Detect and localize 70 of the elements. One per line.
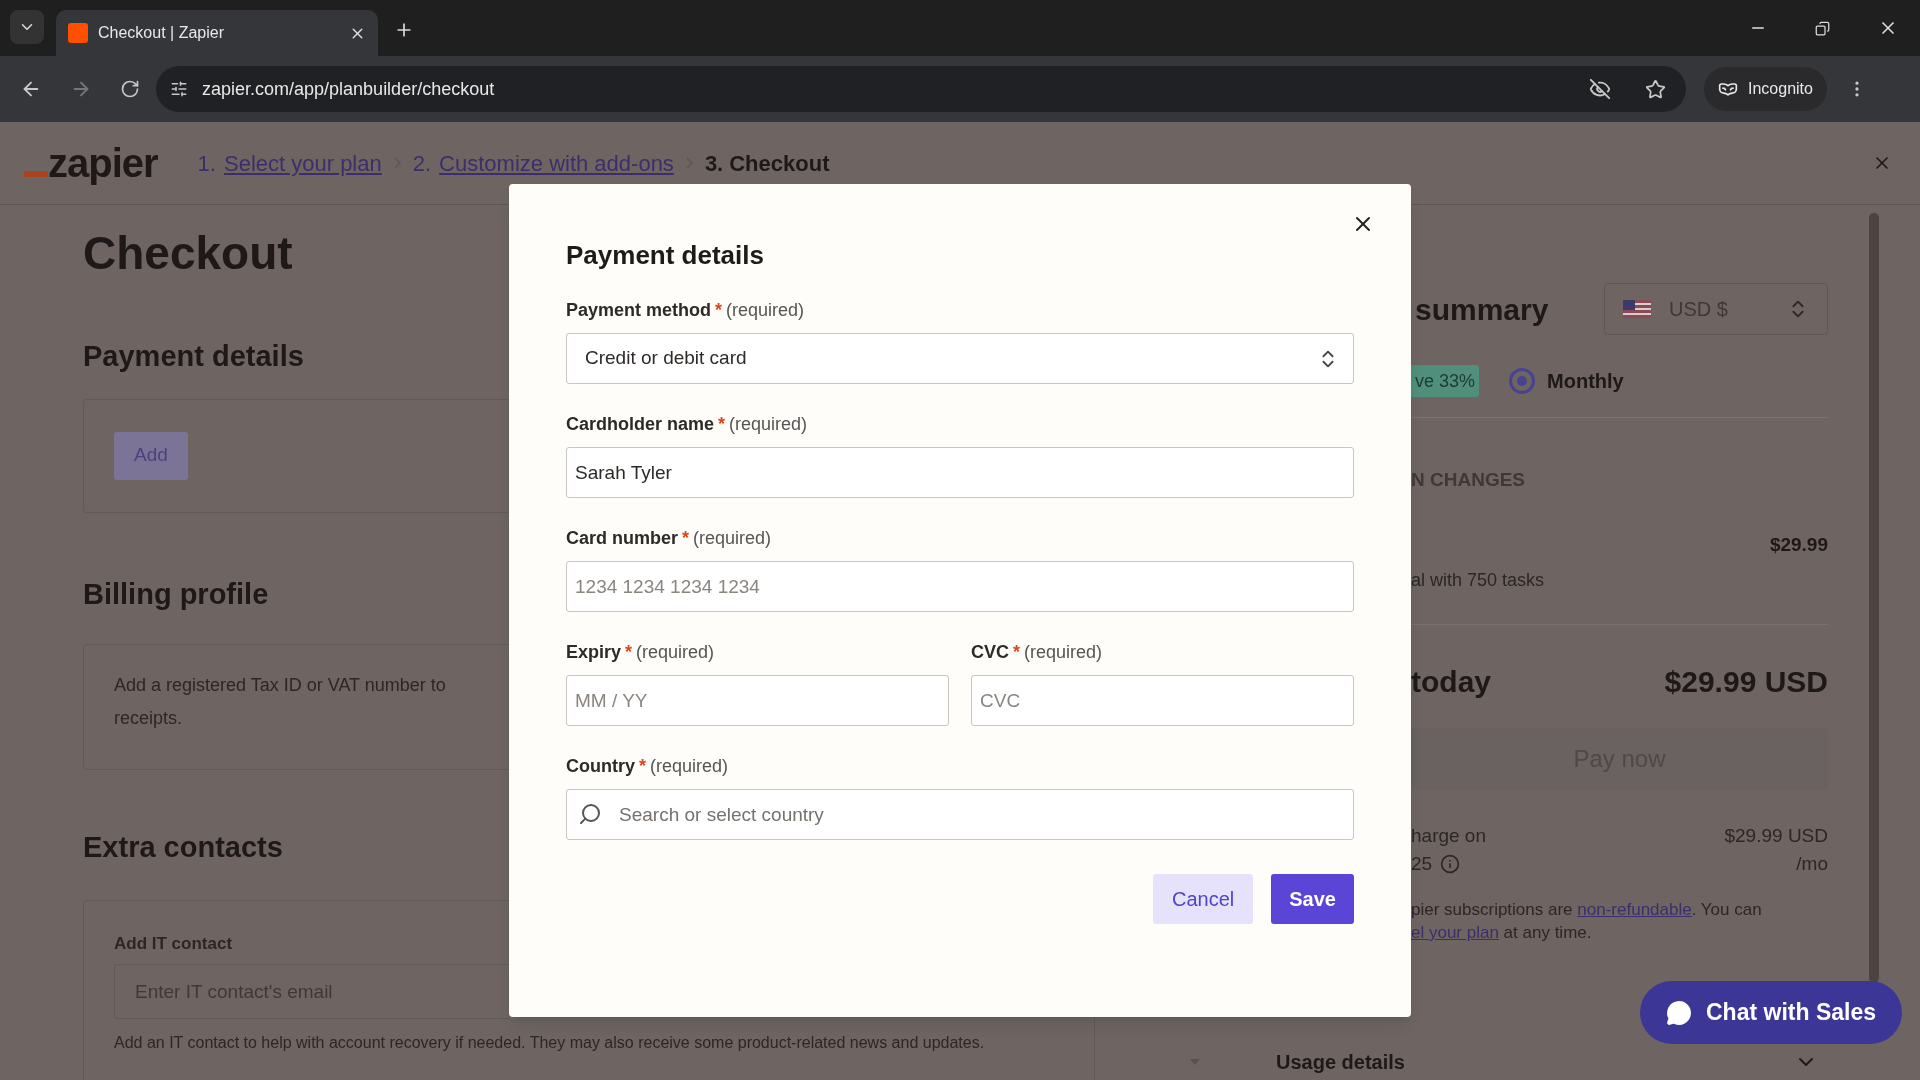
current-step: Checkout (729, 146, 830, 180)
flag-icon (1623, 300, 1651, 318)
zapier-logo[interactable]: zapier (24, 143, 158, 183)
field-label: Expiry (566, 641, 622, 664)
usage-details-row[interactable]: Usage details (1100, 1044, 1828, 1080)
page-title: Checkout (83, 227, 293, 279)
reload-icon[interactable] (120, 79, 140, 99)
radio-label: Monthly (1547, 369, 1624, 394)
required-asterisk: * (718, 413, 726, 436)
field-label: Add IT contact (114, 932, 234, 955)
bookmark-star-icon[interactable] (1645, 78, 1666, 100)
address-bar[interactable]: zapier.com/app/planbuilder/checkout (156, 66, 1686, 112)
billing-text: Add a registered Tax ID or VAT number to receipts. (114, 674, 447, 730)
input-field[interactable]: Sarah Tyler (566, 447, 1354, 498)
help-text: Add an IT contact to help with account recovery if needed. They may also receive some product-related news and updates. (114, 1033, 986, 1053)
browser-tab[interactable]: Checkout | Zapier (56, 10, 378, 56)
charge-text: harge on (1411, 824, 1486, 848)
tab-title: Checkout | Zapier (98, 23, 225, 43)
field-label: CVC (971, 641, 1009, 664)
chat-bubble-icon (1666, 999, 1692, 1026)
eye-off-icon[interactable] (1589, 78, 1611, 100)
url-text: zapier.com/app/planbuilder/checkout (202, 77, 496, 101)
restore-icon[interactable] (1815, 20, 1830, 36)
total-label: today (1411, 664, 1491, 700)
radio-button[interactable] (1509, 368, 1536, 394)
required-note: (required) (636, 641, 715, 664)
cancel-button[interactable]: Cancel (1153, 874, 1254, 924)
summary-title: summary (1415, 291, 1549, 328)
section-heading: Payment details (83, 339, 304, 374)
total-amount: $29.99 USD (1664, 664, 1828, 700)
required-note: (required) (693, 527, 772, 550)
save-button[interactable]: Save (1271, 874, 1354, 924)
search-icon (578, 802, 602, 826)
field-label: Card number (566, 527, 679, 550)
line-description: al with 750 tasks (1410, 569, 1546, 592)
field-label: Cardholder name (566, 413, 715, 436)
field-label: Payment method (566, 299, 712, 322)
required-asterisk: * (682, 527, 690, 550)
section-heading: Billing profile (83, 576, 269, 612)
select-value: Credit or debit card (585, 346, 747, 371)
required-asterisk: * (715, 299, 723, 322)
required-note: (required) (1024, 641, 1103, 664)
required-note: (required) (650, 755, 729, 778)
section-heading: Extra contacts (83, 830, 283, 865)
line-price: $29.99 (1768, 532, 1828, 557)
favicon-icon (68, 23, 88, 43)
discount-badge: ve 33% (1411, 365, 1480, 397)
field-label: Country (566, 755, 635, 778)
required-note: (required) (726, 299, 805, 322)
charge-amount: $29.99 USD (1724, 824, 1828, 848)
info-icon[interactable] (1440, 854, 1461, 874)
required-asterisk: * (639, 755, 646, 778)
scrollbar[interactable] (1869, 213, 1879, 983)
tab-list-button[interactable] (10, 10, 44, 44)
country-search-field[interactable]: Search or select country (566, 789, 1354, 840)
step-number: 3. (704, 149, 724, 178)
required-asterisk: * (1013, 641, 1021, 664)
usage-details-label: Usage details (1276, 1050, 1406, 1075)
input-field[interactable]: CVC (971, 675, 1354, 726)
dialog-title: Payment details (566, 239, 765, 272)
charge-date: 25 (1411, 852, 1433, 876)
site-info-icon[interactable] (170, 80, 188, 98)
required-note: (required) (729, 413, 808, 436)
incognito-chip[interactable]: Incognito (1704, 67, 1827, 111)
input-field[interactable]: 1234 1234 1234 1234 (566, 561, 1354, 612)
chat-with-sales-button[interactable]: Chat with Sales (1640, 981, 1902, 1044)
charge-period: /mo (1796, 852, 1828, 876)
payment-method-select[interactable]: Credit or debit card (566, 333, 1354, 384)
input-field[interactable]: MM / YY (566, 675, 949, 726)
required-asterisk: * (625, 641, 633, 664)
